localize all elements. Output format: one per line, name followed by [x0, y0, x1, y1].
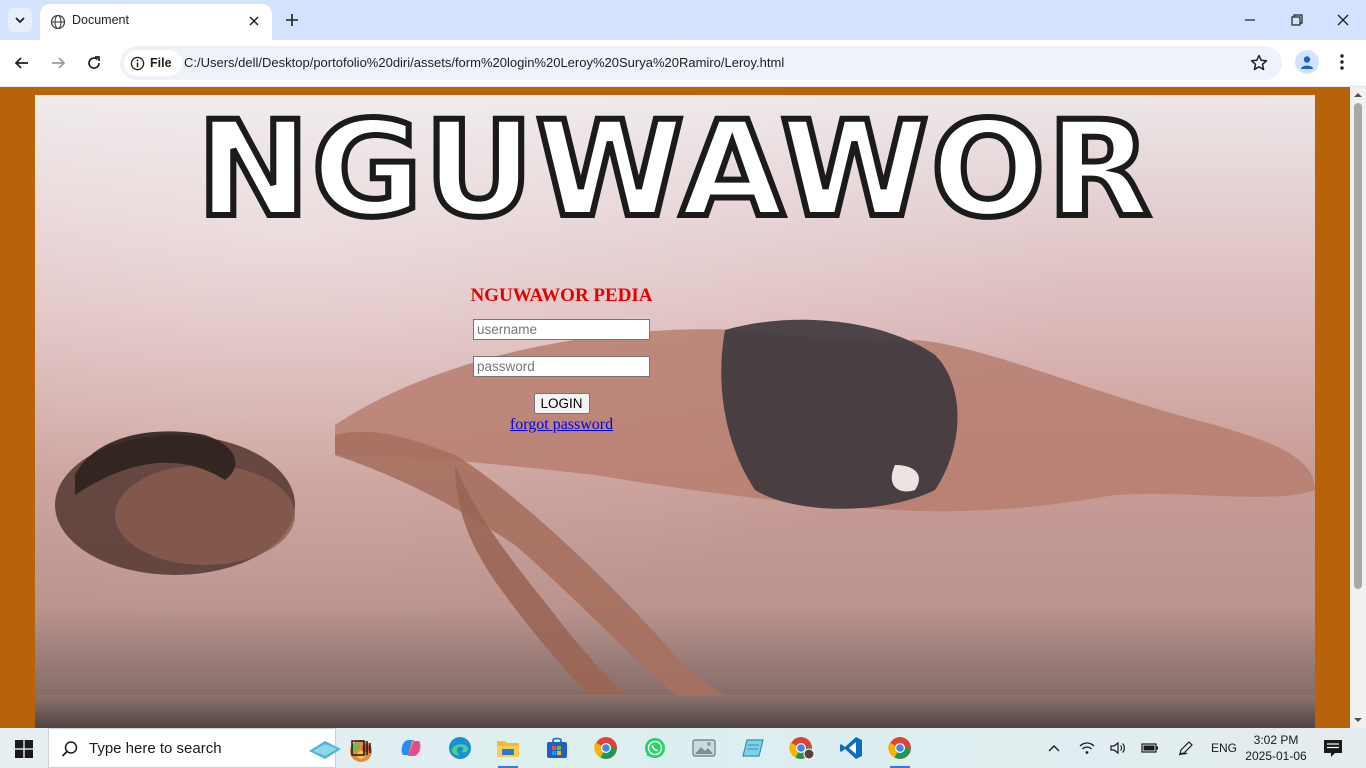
close-window-button[interactable]: [1331, 8, 1355, 32]
site-info-label: File: [150, 56, 172, 70]
edge-button[interactable]: [446, 734, 474, 762]
search-icon: [61, 741, 78, 757]
search-placeholder: Type here to search: [89, 740, 222, 757]
copilot-icon: [401, 740, 421, 756]
windows-taskbar: Type here to search ENG 3:02 PM 2025-01-…: [0, 728, 1366, 768]
meme-caption: NGUWAWOR: [194, 95, 1154, 247]
clock-time: 3:02 PM: [1253, 733, 1299, 747]
address-bar[interactable]: File C:/Users/dell/Desktop/portofolio%20…: [120, 46, 1282, 80]
browser-menu-button[interactable]: [1330, 50, 1354, 74]
chrome-active-button[interactable]: [886, 734, 914, 768]
chevron-down-icon: [15, 17, 25, 24]
close-tab-icon[interactable]: [246, 13, 262, 29]
bookmark-star-icon[interactable]: [1250, 54, 1268, 72]
login-button[interactable]: LOGIN: [533, 393, 590, 414]
chrome-button[interactable]: [592, 734, 620, 762]
taskbar-search[interactable]: Type here to search: [48, 728, 372, 768]
file-explorer-button[interactable]: [494, 734, 522, 768]
plus-icon: [286, 14, 298, 26]
whatsapp-icon: [645, 738, 665, 758]
username-input[interactable]: [473, 319, 650, 340]
reload-button[interactable]: [82, 51, 106, 75]
arrow-right-icon: [52, 57, 66, 69]
forward-button[interactable]: [46, 51, 70, 75]
microsoft-store-button[interactable]: [543, 734, 571, 762]
edge-icon: [449, 737, 471, 759]
chrome-icon: [594, 737, 617, 759]
taskbar-clock[interactable]: 3:02 PM 2025-01-06: [1244, 732, 1308, 764]
chevron-up-icon: [1048, 745, 1060, 752]
windows-start-icon[interactable]: [15, 740, 33, 758]
scroll-down-arrow-icon[interactable]: [1354, 716, 1362, 724]
info-icon: [130, 56, 145, 70]
notepad-icon: [742, 739, 764, 757]
page-scrollbar[interactable]: [1350, 87, 1366, 728]
photos-button[interactable]: [690, 734, 718, 762]
task-view-button[interactable]: [347, 734, 375, 762]
tab-document[interactable]: Document: [40, 4, 272, 40]
back-button[interactable]: [10, 51, 34, 75]
pen-icon: [1178, 741, 1193, 756]
site-info-chip[interactable]: File: [124, 50, 182, 76]
microsoft-store-icon: [547, 737, 567, 758]
meme-floor: [35, 695, 1315, 728]
whatsapp-button[interactable]: [641, 734, 669, 762]
notification-center-icon[interactable]: [1322, 738, 1344, 758]
restore-icon: [1291, 14, 1303, 26]
tab-title: Document: [72, 13, 129, 27]
tab-search-button[interactable]: [8, 8, 32, 32]
task-view-icon: [351, 740, 371, 756]
battery-button[interactable]: [1140, 738, 1160, 758]
photos-icon: [692, 739, 716, 757]
more-vertical-icon: [1340, 54, 1344, 70]
chrome-profile-icon: [789, 737, 815, 760]
avatar-icon: [1301, 56, 1313, 69]
url-text[interactable]: C:/Users/dell/Desktop/portofolio%20diri/…: [184, 55, 784, 70]
minimize-button[interactable]: [1238, 8, 1262, 32]
vscode-icon: [840, 737, 862, 759]
password-input[interactable]: [473, 356, 650, 377]
file-explorer-icon: [497, 741, 519, 757]
browser-toolbar: File C:/Users/dell/Desktop/portofolio%20…: [0, 40, 1366, 86]
input-language-button[interactable]: ENG: [1210, 738, 1238, 758]
login-form: NGUWAWOR PEDIA LOGIN forgot password: [440, 285, 683, 434]
clock-date: 2025-01-06: [1245, 749, 1307, 763]
globe-icon: [50, 14, 66, 30]
copilot-button[interactable]: [397, 734, 425, 762]
chrome-active-icon: [888, 737, 911, 759]
network-button[interactable]: [1077, 738, 1097, 758]
reload-icon: [88, 56, 100, 69]
notepad-button[interactable]: [739, 734, 767, 762]
restore-button[interactable]: [1285, 8, 1309, 32]
minimize-icon: [1245, 19, 1255, 21]
new-tab-button[interactable]: [282, 10, 302, 30]
forgot-password-link[interactable]: forgot password: [510, 416, 613, 434]
page-viewport: NGUWAWOR NGUWAWOR PEDIA LOGIN forgot pas…: [0, 87, 1350, 728]
login-heading: NGUWAWOR PEDIA: [470, 285, 653, 306]
wifi-icon: [1079, 742, 1095, 754]
pen-workspace-button[interactable]: [1176, 738, 1196, 758]
vscode-button[interactable]: [837, 734, 865, 762]
scroll-up-arrow-icon[interactable]: [1354, 91, 1362, 99]
show-hidden-icons-button[interactable]: [1044, 738, 1064, 758]
speaker-icon: [1110, 741, 1125, 755]
battery-icon: [1141, 743, 1158, 753]
tab-strip: Document: [0, 0, 1366, 40]
volume-button[interactable]: [1108, 738, 1128, 758]
profile-button[interactable]: [1295, 50, 1319, 74]
close-icon: [1337, 14, 1349, 26]
scrollbar-thumb[interactable]: [1354, 103, 1362, 589]
chrome-profile-button[interactable]: [788, 734, 816, 762]
arrow-left-icon: [14, 57, 28, 69]
